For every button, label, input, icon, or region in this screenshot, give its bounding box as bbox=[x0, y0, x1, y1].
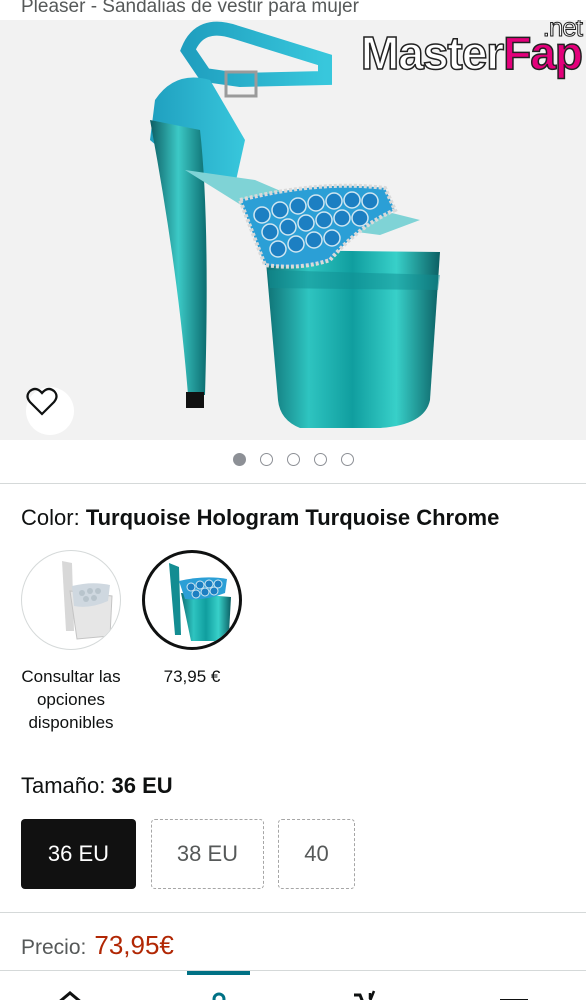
price-label: Precio: bbox=[21, 936, 87, 959]
price-row: Precio: 73,95€ bbox=[21, 930, 174, 961]
account-icon[interactable] bbox=[199, 985, 239, 1000]
active-tab-indicator bbox=[187, 971, 250, 975]
menu-icon[interactable] bbox=[494, 985, 534, 1000]
swatch-image bbox=[62, 561, 113, 640]
gallery-dot[interactable] bbox=[259, 452, 273, 466]
color-selected-value: Turquoise Hologram Turquoise Chrome bbox=[85, 505, 500, 530]
size-option-40[interactable]: 40 bbox=[278, 819, 355, 889]
size-selected-value: 36 EU bbox=[111, 773, 173, 798]
gallery-dot[interactable] bbox=[232, 452, 246, 466]
color-option-caption: Consultar las opciones disponibles bbox=[21, 667, 121, 732]
gallery-pagination bbox=[0, 448, 586, 470]
swatch-image bbox=[169, 563, 231, 641]
gallery-dot[interactable] bbox=[340, 452, 354, 466]
heart-icon bbox=[26, 387, 58, 416]
section-divider bbox=[0, 483, 586, 484]
add-to-wishlist-button[interactable] bbox=[26, 387, 74, 435]
price-amount: 73,95€ bbox=[94, 930, 174, 960]
color-heading: Color: Turquoise Hologram Turquoise Chro… bbox=[21, 505, 499, 531]
product-image-gallery[interactable]: MasterFap .net bbox=[0, 20, 586, 440]
color-label: Color: bbox=[21, 505, 80, 530]
product-image bbox=[150, 21, 440, 428]
bottom-navigation bbox=[0, 970, 586, 1000]
size-label: Tamaño: bbox=[21, 773, 106, 798]
section-divider bbox=[0, 912, 586, 913]
product-title-bar: Pleaser - Sandalias de vestir para mujer bbox=[0, 0, 586, 20]
product-page: Pleaser - Sandalias de vestir para mujer bbox=[0, 0, 586, 1000]
gallery-dot[interactable] bbox=[286, 452, 300, 466]
watermark-logo: MasterFap .net bbox=[360, 20, 584, 80]
size-option-38[interactable]: 38 EU bbox=[151, 819, 264, 889]
color-swatch-silver[interactable] bbox=[21, 550, 121, 650]
home-icon[interactable] bbox=[50, 985, 90, 1000]
size-option-36[interactable]: 36 EU bbox=[21, 819, 136, 889]
product-title[interactable]: Pleaser - Sandalias de vestir para mujer bbox=[21, 0, 359, 18]
color-option-price: 73,95 € bbox=[163, 667, 221, 686]
size-heading: Tamaño: 36 EU bbox=[21, 773, 173, 799]
cart-icon[interactable] bbox=[348, 985, 388, 1000]
color-swatch-turquoise[interactable] bbox=[142, 550, 242, 650]
gallery-dot[interactable] bbox=[313, 452, 327, 466]
